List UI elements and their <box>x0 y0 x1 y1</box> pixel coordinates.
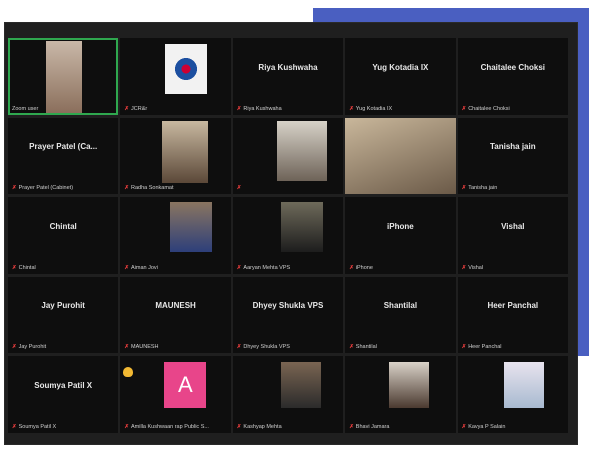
participant-name: Zoom user <box>12 105 39 112</box>
participant-tile[interactable]: ✗ JCR&r <box>120 38 231 115</box>
participant-name: Tanisha jain <box>468 185 498 192</box>
mic-muted-icon: ✗ <box>349 264 354 271</box>
participant-name: iPhone <box>355 264 373 271</box>
mic-muted-icon: ✗ <box>124 264 129 271</box>
participant-display-name: MAUNESH <box>155 301 196 311</box>
participant-video <box>46 41 82 113</box>
participant-display-name: Vishal <box>501 221 525 231</box>
participant-video <box>162 120 209 183</box>
participant-tile[interactable]: ✗ Aaryan Mehta VPS <box>232 197 344 274</box>
mic-muted-icon: ✗ <box>236 105 242 112</box>
participant-name: MAUNESH <box>131 344 159 351</box>
participant-tile[interactable] <box>345 117 456 195</box>
participant-name: Vishal <box>468 264 484 271</box>
participant-name: Yug Kotadia IX <box>355 105 393 112</box>
participant-display-name: Soumya Patil X <box>34 380 93 390</box>
participant-name: Jay Purohit <box>18 344 47 351</box>
participant-display-name: Jay Purohit <box>41 301 85 311</box>
participant-tile[interactable]: Riya Kushwaha ✗ Riya Kushwaha <box>232 38 344 115</box>
participant-tile[interactable]: Soumya Patil X ✗ Soumya Patil X <box>8 356 119 433</box>
participant-name: Riya Kushwaha <box>243 105 282 112</box>
mic-muted-icon: ✗ <box>124 344 129 351</box>
participant-name: Kavya P Salain <box>468 423 506 430</box>
mic-muted-icon: ✗ <box>12 185 17 192</box>
participant-display-name: Heer Panchal <box>487 301 539 311</box>
participant-name: Soumya Patil X <box>18 423 57 430</box>
participant-name: Dhyey Shukla VPS <box>243 344 290 351</box>
participant-name: Aiman Jovi <box>131 264 158 271</box>
mic-muted-icon: ✗ <box>236 423 242 430</box>
participant-display-name: Yug Kotadia IX <box>372 62 429 72</box>
mic-muted-icon: ✗ <box>461 264 467 271</box>
participant-tile[interactable]: ✗ Aiman Jovi <box>120 197 231 274</box>
participant-tile[interactable]: ✗ Bhavi Jamara <box>345 356 456 433</box>
mic-muted-icon: ✗ <box>461 423 467 430</box>
mic-muted-icon: ✗ <box>124 423 129 430</box>
participant-display-name: Tanisha jain <box>489 142 536 152</box>
mic-muted-icon: ✗ <box>461 185 467 192</box>
participant-tile[interactable]: A ✗ Amilla Kushwaan rap Public S... <box>120 356 231 433</box>
participant-tile[interactable]: Tanisha jain ✗ Tanisha jain <box>457 117 568 195</box>
participant-display-name: iPhone <box>387 221 414 231</box>
participant-tile[interactable]: Jay Purohit ✗ Jay Purohit <box>8 276 119 354</box>
mic-muted-icon: ✗ <box>124 185 129 192</box>
mic-muted-icon: ✗ <box>12 344 17 351</box>
mic-muted-icon: ✗ <box>349 344 354 351</box>
participant-tile[interactable]: Prayer Patel (Ca... ✗ Prayer Patel (Cabin… <box>8 117 119 195</box>
participant-tile[interactable]: ✗ Kashyap Mehta <box>232 356 344 433</box>
participant-name: Chintal <box>18 264 36 271</box>
participant-tile[interactable]: Dhyey Shukla VPS ✗ Dhyey Shukla VPS <box>232 276 344 354</box>
participant-display-name: Chaitalee Choksi <box>480 62 546 72</box>
participant-display-name: Dhyey Shukla VPS <box>252 301 324 311</box>
mic-muted-icon: ✗ <box>12 423 17 430</box>
participant-display-name: Chintal <box>49 221 77 231</box>
participant-tile[interactable]: ✗ <box>232 117 344 195</box>
participant-name: Amilla Kushwaan rap Public S... <box>131 423 209 430</box>
participant-name: Radha Sonkamat <box>131 185 174 192</box>
mic-muted-icon: ✗ <box>124 105 129 112</box>
mic-muted-icon: ✗ <box>236 264 242 271</box>
raised-hand-icon <box>123 367 133 377</box>
mic-muted-icon: ✗ <box>236 344 242 351</box>
participant-display-name: Shantilal <box>383 301 418 311</box>
participant-video <box>170 202 213 253</box>
participant-video <box>280 362 321 409</box>
participant-tile[interactable]: Yug Kotadia IX ✗ Yug Kotadia IX <box>345 38 456 115</box>
participant-tile[interactable]: Heer Panchal ✗ Heer Panchal <box>457 276 568 354</box>
participant-tile[interactable]: ✗ Kavya P Salain <box>457 356 568 433</box>
participant-tile[interactable]: ✗ Radha Sonkamat <box>120 117 231 195</box>
mic-muted-icon: ✗ <box>349 423 354 430</box>
participant-name: Chaitalee Choksi <box>468 105 510 112</box>
participant-avatar: A <box>164 362 207 409</box>
participant-name: Heer Panchal <box>468 344 502 351</box>
mic-muted-icon: ✗ <box>236 185 242 192</box>
mic-muted-icon: ✗ <box>349 105 354 112</box>
participant-tile[interactable]: Chintal ✗ Chintal <box>8 197 119 274</box>
participant-tile[interactable]: iPhone ✗ iPhone <box>345 197 456 274</box>
participant-tile[interactable]: Chaitalee Choksi ✗ Chaitalee Choksi <box>457 38 568 115</box>
participant-gallery-grid: Zoom user ✗ JCR&r Riya Kushwaha ✗ Riya Kus… <box>8 38 568 433</box>
participant-video <box>276 120 327 181</box>
participant-tile[interactable]: Shantilal ✗ Shantilal <box>345 276 456 354</box>
participant-video <box>280 202 323 253</box>
participant-name: JCR&r <box>131 105 148 112</box>
mic-muted-icon: ✗ <box>12 264 17 271</box>
participant-display-name: Riya Kushwaha <box>258 62 318 72</box>
participant-video <box>389 362 430 409</box>
participant-name: Aaryan Mehta VPS <box>243 264 291 271</box>
participant-video <box>345 117 456 195</box>
participant-name: Prayer Patel (Cabinet) <box>18 185 74 192</box>
school-logo <box>165 44 208 94</box>
participant-video <box>503 362 544 409</box>
mic-muted-icon: ✗ <box>461 344 467 351</box>
participant-tile[interactable]: MAUNESH ✗ MAUNESH <box>120 276 231 354</box>
participant-tile[interactable]: Vishal ✗ Vishal <box>457 197 568 274</box>
participant-tile[interactable]: Zoom user <box>8 38 119 115</box>
participant-name: Kashyap Mehta <box>243 423 282 430</box>
mic-muted-icon: ✗ <box>461 105 467 112</box>
participant-name: Bhavi Jamara <box>355 423 390 430</box>
participant-name: Shantilal <box>355 344 377 351</box>
participant-display-name: Prayer Patel (Ca... <box>29 142 98 152</box>
